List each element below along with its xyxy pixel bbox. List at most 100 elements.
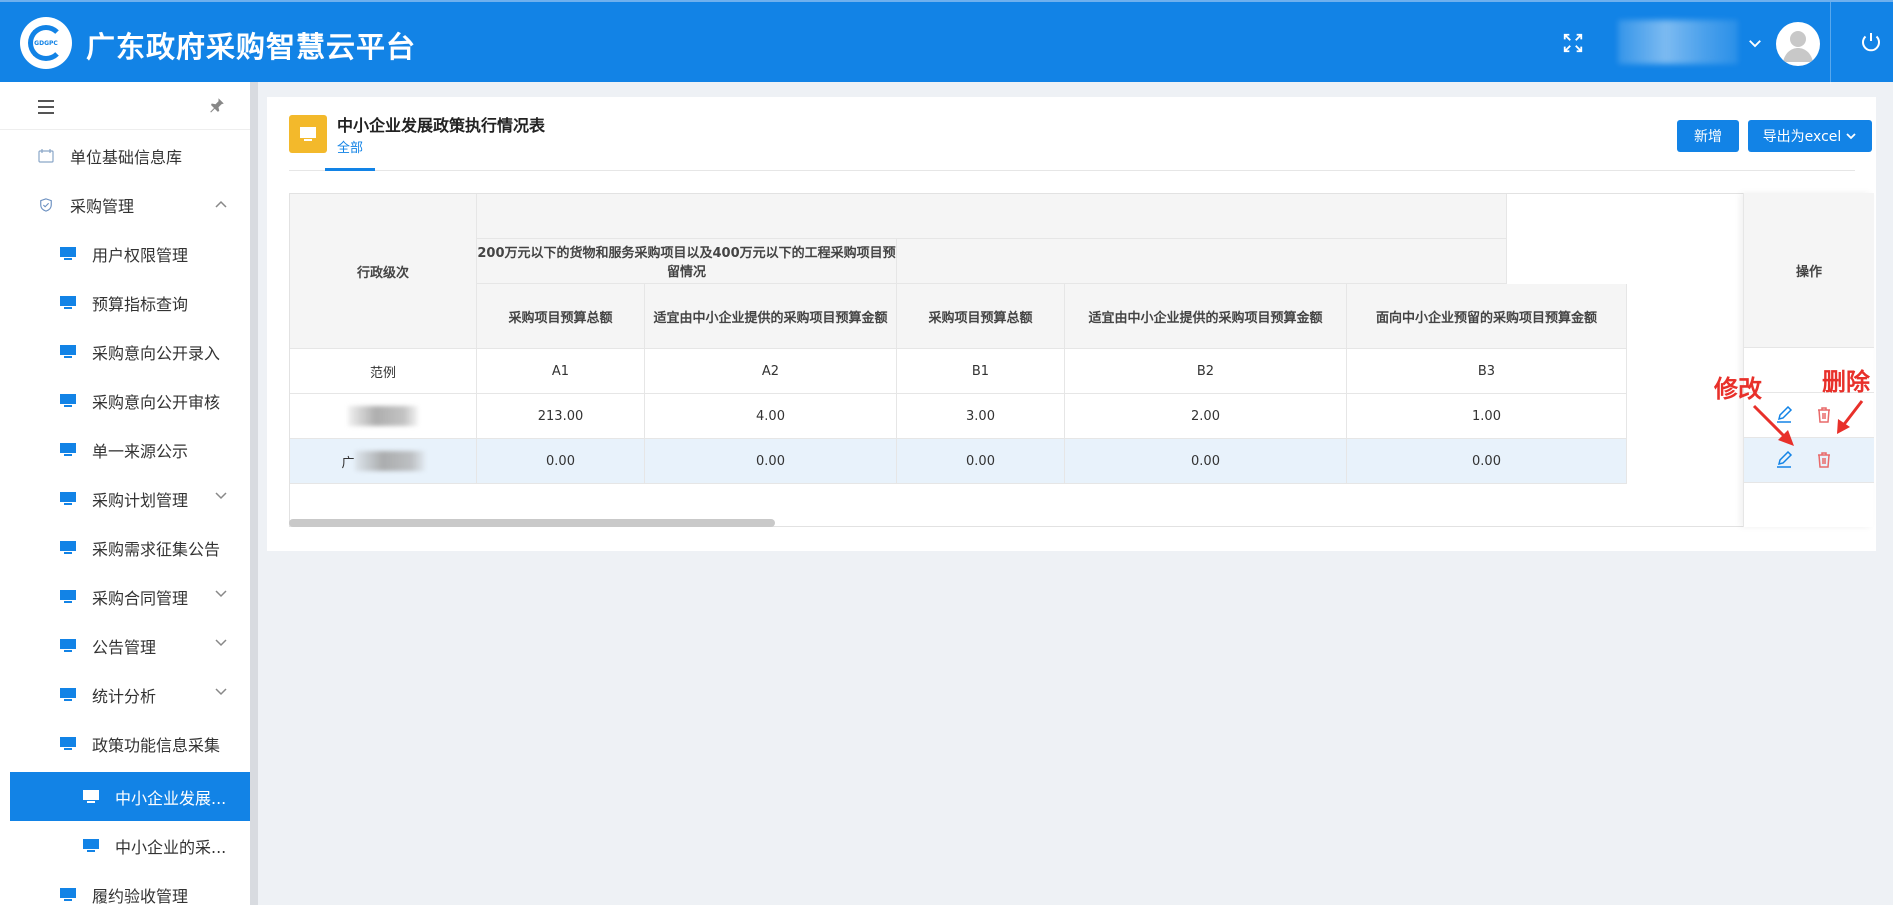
sidebar-item-label: 公告管理 [92, 637, 157, 657]
tab-all[interactable]: 全部 [337, 137, 363, 156]
form-icon [289, 115, 327, 153]
header-top-blank [477, 194, 1507, 239]
monitor-icon [60, 589, 76, 603]
col-header-a1: 采购项目预算总额 [477, 284, 645, 349]
sidebar-item-label: 中小企业发展... [115, 788, 227, 808]
monitor-icon [83, 838, 99, 852]
menu-icon[interactable] [38, 100, 54, 114]
chevron-down-icon [215, 639, 227, 647]
delete-icon[interactable] [1815, 406, 1833, 424]
monitor-icon [60, 540, 76, 554]
col-group-header-blank [897, 239, 1507, 284]
calendar-icon [38, 148, 54, 163]
sidebar-scrollbar[interactable] [250, 82, 258, 905]
sidebar-item-sme-development[interactable]: 中小企业发展... [10, 772, 250, 821]
sidebar-item-intent-entry[interactable]: 采购意向公开录入 [0, 327, 250, 376]
sidebar-item-unit-info[interactable]: 单位基础信息库 [0, 131, 250, 180]
export-excel-button[interactable]: 导出为excel [1748, 120, 1872, 152]
col-header-b2: 适宜由中小企业提供的采购项目预算金额 [1065, 284, 1347, 349]
col-header-level: 行政级次 [290, 194, 477, 349]
export-label: 导出为excel [1762, 129, 1842, 145]
table-cell: 1.00 [1347, 394, 1627, 439]
level-text: 广 [341, 455, 355, 471]
edit-icon[interactable] [1775, 451, 1793, 469]
tab-active-indicator [325, 168, 375, 171]
sidebar-item-budget-query[interactable]: 预算指标查询 [0, 278, 250, 327]
table-cell-level [290, 394, 477, 439]
sidebar-item-label: 中小企业的采... [115, 837, 227, 857]
data-table: 行政级次 200万元以下的货物和服务采购项目以及400万元以下的工程采购项目预留… [289, 193, 1873, 527]
sidebar-item-label: 用户权限管理 [92, 245, 189, 265]
sidebar-item-label: 采购意向公开审核 [92, 392, 221, 412]
horizontal-scrollbar[interactable] [289, 518, 1873, 528]
delete-icon[interactable] [1815, 451, 1833, 469]
logo-text: GDGPC [34, 39, 58, 47]
sidebar-item-procurement[interactable]: 采购管理 [0, 180, 250, 229]
monitor-icon [60, 344, 76, 358]
sidebar-item-notice-mgmt[interactable]: 公告管理 [0, 621, 250, 670]
sidebar-item-single-source[interactable]: 单一来源公示 [0, 425, 250, 474]
sidebar-item-label: 单一来源公示 [92, 441, 189, 461]
sidebar-item-label: 采购需求征集公告 [92, 539, 221, 559]
table-cell: 0.00 [1065, 439, 1347, 484]
shield-icon [40, 197, 52, 212]
user-name-blurred[interactable] [1618, 20, 1738, 64]
table-cell: 2.00 [1065, 394, 1347, 439]
monitor-icon [60, 295, 76, 309]
scrollbar-thumb[interactable] [289, 519, 775, 527]
sidebar-item-policy-collect[interactable]: 政策功能信息采集 [0, 719, 250, 768]
sidebar-item-statistics[interactable]: 统计分析 [0, 670, 250, 719]
monitor-icon [60, 887, 76, 901]
table-cell: A2 [645, 349, 897, 394]
col-header-b1: 采购项目预算总额 [897, 284, 1065, 349]
table-cell: 0.00 [897, 439, 1065, 484]
sidebar-item-label: 采购合同管理 [92, 588, 189, 608]
table-cell: 4.00 [645, 394, 897, 439]
monitor-icon [60, 246, 76, 260]
page-title: 中小企业发展政策执行情况表 [337, 116, 546, 135]
col-header-ops: 操作 [1744, 193, 1874, 348]
power-icon[interactable] [1859, 30, 1883, 54]
avatar[interactable] [1776, 22, 1820, 66]
chevron-down-icon [215, 688, 227, 696]
sidebar-item-label: 预算指标查询 [92, 294, 189, 314]
sidebar-item-contract-mgmt[interactable]: 采购合同管理 [0, 572, 250, 621]
annotation-delete-label: 删除 [1822, 368, 1870, 396]
monitor-icon [83, 789, 99, 803]
table-cell: B2 [1065, 349, 1347, 394]
operations-column: 操作 [1743, 193, 1874, 527]
chevron-down-icon[interactable] [1746, 34, 1764, 52]
chevron-down-icon [1846, 133, 1856, 140]
fullscreen-icon[interactable] [1562, 32, 1584, 54]
table-cell: 3.00 [897, 394, 1065, 439]
table-cell-level: 广 [290, 439, 477, 484]
sidebar-item-label: 采购意向公开录入 [92, 343, 221, 363]
sidebar: 单位基础信息库 采购管理 用户权限管理 预算指标查询 采购意向公开录入 采购意向… [0, 82, 250, 905]
top-header: GDGPC 广东政府采购智慧云平台 [0, 0, 1893, 84]
pin-icon[interactable] [208, 96, 226, 114]
monitor-icon [60, 736, 76, 750]
sidebar-item-intent-review[interactable]: 采购意向公开审核 [0, 376, 250, 425]
table-cell: 0.00 [477, 439, 645, 484]
logo: GDGPC [20, 17, 72, 69]
sidebar-item-label: 单位基础信息库 [70, 147, 183, 167]
sidebar-item-label: 履约验收管理 [92, 886, 189, 905]
sidebar-item-user-permission[interactable]: 用户权限管理 [0, 229, 250, 278]
col-header-b3: 面向中小企业预留的采购项目预算金额 [1347, 284, 1627, 349]
monitor-icon [60, 491, 76, 505]
tab-underline-track [289, 170, 1855, 171]
annotation-arrow-edit [1752, 404, 1794, 446]
app-title: 广东政府采购智慧云平台 [86, 30, 417, 64]
sidebar-item-label: 统计分析 [92, 686, 157, 706]
sidebar-item-plan-mgmt[interactable]: 采购计划管理 [0, 474, 250, 523]
sidebar-item-acceptance[interactable]: 履约验收管理 [0, 870, 250, 905]
table-cell: A1 [477, 349, 645, 394]
col-group-header: 200万元以下的货物和服务采购项目以及400万元以下的工程采购项目预留情况 [477, 239, 897, 284]
sidebar-item-demand-notice[interactable]: 采购需求征集公告 [0, 523, 250, 572]
sidebar-item-sme-procurement[interactable]: 中小企业的采... [0, 821, 250, 870]
add-button[interactable]: 新增 [1677, 120, 1739, 152]
sidebar-toolbar [0, 82, 250, 130]
chevron-up-icon [215, 200, 227, 208]
sidebar-item-label: 采购计划管理 [92, 490, 189, 510]
monitor-icon [60, 442, 76, 456]
